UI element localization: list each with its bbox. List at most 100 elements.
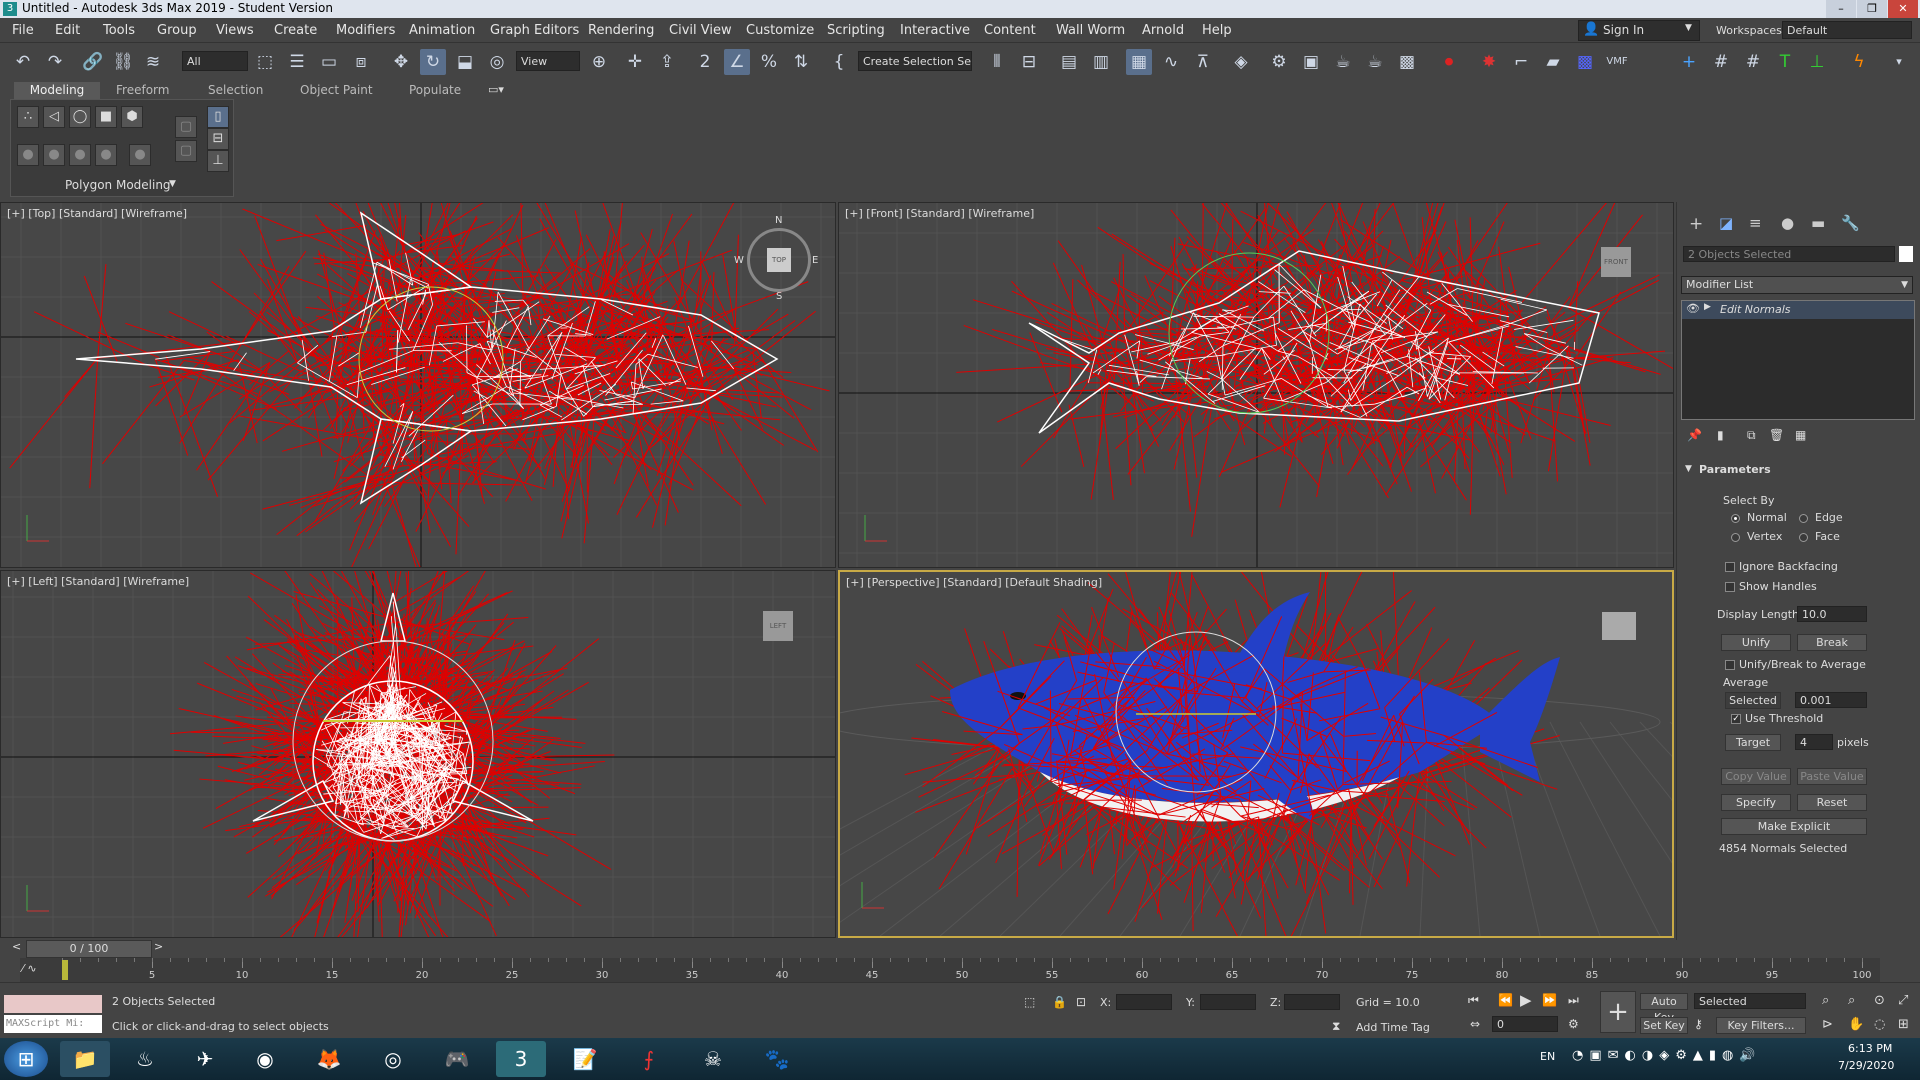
pin-stack-icon[interactable]: 📌 [1687,428,1702,442]
menu-group[interactable]: Group [157,23,197,38]
start-button[interactable]: ⊞ [4,1041,48,1077]
minimize-button[interactable]: – [1826,0,1856,18]
ribbon-options-icon[interactable]: ▭▾ [488,83,504,96]
tool-a-icon[interactable]: ⌐ [1508,49,1534,75]
current-frame-field[interactable]: 0 [1492,1016,1558,1032]
restore-button[interactable]: ❐ [1857,0,1887,18]
layer-explorer-icon[interactable]: ▥ [1088,49,1114,75]
render-setup-icon[interactable]: ⚙ [1266,49,1292,75]
keyboard-shortcut-icon[interactable]: ⇪ [654,49,680,75]
menu-create[interactable]: Create [274,23,317,38]
viewcube-perspective[interactable] [1602,612,1636,640]
reset-button[interactable]: Reset [1797,794,1867,811]
menu-scripting[interactable]: Scripting [827,23,885,38]
tab-freeform[interactable]: Freeform [110,82,175,99]
edit-poly-icon[interactable]: ⊥ [207,150,229,172]
menu-tools[interactable]: Tools [103,23,135,38]
viewport-perspective-label[interactable]: [+] [Perspective] [Standard] [Default Sh… [846,576,1102,589]
edit-named-selection-icon[interactable]: { [826,49,852,75]
track-bar-menu-icon[interactable]: ⁄ ∿ [22,962,37,975]
tab-selection[interactable]: Selection [202,82,269,99]
modify-tab-icon[interactable]: ◪ [1719,214,1733,232]
remove-modifier-icon[interactable]: 🗑 [1769,428,1784,442]
link-icon[interactable]: 🔗 [80,49,106,75]
grid-icon[interactable]: # [1708,49,1734,75]
show-end-icon[interactable]: ▢ [175,140,197,162]
viewcube-left[interactable]: LEFT [763,611,793,641]
mirror-icon[interactable]: ⫴ [984,49,1010,75]
viewport-left-label[interactable]: [+] [Left] [Standard] [Wireframe] [7,575,189,588]
add-time-tag-label[interactable]: Add Time Tag [1356,1021,1430,1034]
spinner-snap-icon[interactable]: ⇅ [788,49,814,75]
polygon-modeling-title[interactable]: Polygon Modeling [65,178,171,192]
selection-set-dropdown[interactable]: Create Selection Se [858,51,972,71]
green-tool-2-icon[interactable]: ⊥ [1804,49,1830,75]
prev-frame-icon[interactable]: < [12,940,21,953]
set-key-button[interactable]: Set Key [1640,1017,1688,1034]
ignore-backfacing-checkbox[interactable] [1725,562,1735,572]
render-cloud-icon[interactable]: ▩ [1394,49,1420,75]
target-button[interactable]: Target [1725,734,1781,751]
track-bar[interactable] [20,958,1880,982]
zoom-extents-icon[interactable]: ⊙ [1874,993,1885,1008]
time-config-icon[interactable]: ⚙ [1568,1017,1579,1031]
z-coordinate-field[interactable] [1284,994,1340,1010]
create-tab-icon[interactable]: + [1689,214,1703,234]
specify-button[interactable]: Specify [1721,794,1791,811]
viewport-top-label[interactable]: [+] [Top] [Standard] [Wireframe] [7,207,187,220]
app-gun-icon[interactable]: ✈ [180,1041,230,1077]
key-filters-button[interactable]: Key Filters... [1716,1017,1806,1034]
green-tool-icon[interactable]: T [1772,49,1798,75]
motion-tab-icon[interactable]: ● [1781,214,1794,232]
vertex-mode-icon[interactable]: ∴ [17,106,39,128]
absolute-mode-icon[interactable]: ⊡ [1076,995,1086,1009]
radio-edge[interactable] [1799,514,1808,523]
render-production-icon[interactable]: ☕ [1330,49,1356,75]
ring-icon[interactable]: ● [95,144,117,166]
placement-icon[interactable]: ◎ [484,49,510,75]
modifier-list-dropdown[interactable]: Modifier List ▼ [1681,276,1913,294]
orbit-icon[interactable]: ◌ [1874,1017,1885,1032]
maxscript-mini-listener[interactable]: MAXScript Mi: [4,1015,102,1033]
select-object-icon[interactable]: ⬚ [252,49,278,75]
reference-coord-dropdown[interactable]: View [516,51,580,71]
display-length-spinner[interactable]: 10.0 [1797,606,1867,622]
show-end-result-icon[interactable]: ▮ [1717,428,1724,442]
paste-value-button[interactable]: Paste Value [1797,768,1867,785]
selected-button[interactable]: Selected [1725,692,1781,709]
tray-icons[interactable]: ◔▣✉◐◑◈⚙▲▮◍🔊 [1572,1048,1762,1063]
make-unique-icon[interactable]: ⧉ [1747,428,1756,443]
notepad-icon[interactable]: 📝 [560,1041,610,1077]
toolbar-overflow-icon[interactable]: ▾ [1886,49,1912,75]
clock-time[interactable]: 6:13 PM [1848,1042,1892,1055]
wall-worm-icon[interactable]: ✸ [1476,49,1502,75]
menu-arnold[interactable]: Arnold [1142,23,1184,38]
rendered-frame-icon[interactable]: ▣ [1298,49,1324,75]
maxscript-listener-pink[interactable] [4,995,102,1013]
align-icon[interactable]: ⊟ [1016,49,1042,75]
move-icon[interactable]: ✥ [388,49,414,75]
close-button[interactable]: ✕ [1888,0,1918,18]
clock-date[interactable]: 7/29/2020 [1838,1059,1894,1072]
radio-normal[interactable] [1731,514,1740,523]
menu-help[interactable]: Help [1202,23,1232,38]
tab-modeling[interactable]: Modeling [14,82,100,99]
chevron-down-icon[interactable]: ▼ [169,179,176,189]
tool-c-icon[interactable]: ▩ [1572,49,1598,75]
undo-icon[interactable]: ↶ [10,49,36,75]
app-blue-icon[interactable]: ◉ [240,1041,290,1077]
pivot-icon[interactable]: ⊕ [586,49,612,75]
lock-icon[interactable]: 🔒 [1052,995,1067,1009]
viewport-front[interactable]: [+] [Front] [Standard] [Wireframe] FRONT [838,202,1674,568]
redo-icon[interactable]: ↷ [42,49,68,75]
zoom-icon[interactable]: ⌕ [1822,993,1829,1008]
go-to-end-icon[interactable]: ⏭ [1568,993,1579,1008]
pinned-stack-icon[interactable]: ▢ [175,116,197,138]
window-crossing-icon[interactable]: ⧈ [348,49,374,75]
material-editor-icon[interactable]: ◈ [1228,49,1254,75]
polygon-mode-icon[interactable]: ■ [95,106,117,128]
3ds-max-taskbar-icon[interactable]: 3 [496,1041,546,1077]
field-of-view-icon[interactable]: ⊳ [1822,1017,1833,1032]
record-icon[interactable]: ⏺ [1436,49,1462,75]
isolate-icon[interactable]: ⬚ [1024,995,1035,1009]
